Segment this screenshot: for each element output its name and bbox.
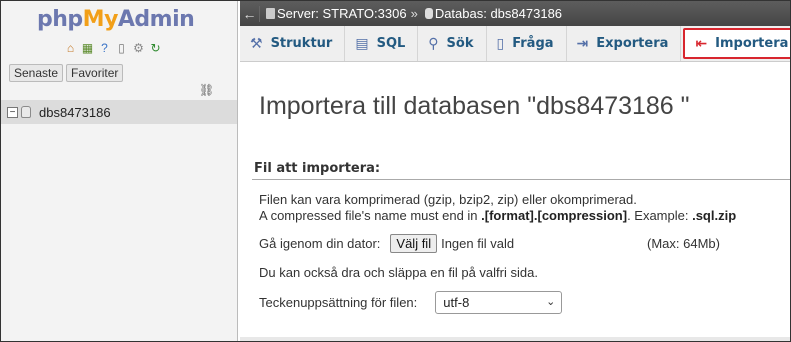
navigation-sidebar: phpMyAdmin ⌂ ▦ ? ▯ ⚙ ↻ Senaste Favoriter… — [1, 1, 238, 341]
chevron-down-icon: ⌄ — [546, 296, 556, 308]
drag-drop-note: Du kan också dra och släppa en fil på va… — [259, 265, 538, 280]
window: phpMyAdmin ⌂ ▦ ? ▯ ⚙ ↻ Senaste Favoriter… — [0, 0, 791, 342]
import-icon: ⇤ — [695, 35, 708, 52]
tab-importera[interactable]: ⇤ Importera — [683, 28, 790, 59]
breadcrumb-server[interactable]: Server: STRATO:3306 — [277, 6, 407, 21]
sql-icon: ▤ — [355, 35, 369, 52]
page-title: Importera till databasen "dbs8473186 " — [259, 92, 690, 120]
tab-exportera[interactable]: ⇥ Exportera — [567, 26, 682, 61]
collapse-icon[interactable]: − — [7, 106, 18, 118]
reload-icon[interactable]: ↻ — [148, 40, 163, 55]
tree-item-dbs8473186[interactable]: − dbs8473186 — [1, 100, 237, 124]
database-icon — [21, 106, 31, 118]
compression-line-2-mid: . Example: — [627, 208, 693, 223]
search-icon: ⚲ — [428, 35, 439, 52]
logo-admin: Admin — [117, 7, 195, 32]
phpmyadmin-logo[interactable]: phpMyAdmin — [37, 7, 195, 32]
server-icon — [266, 8, 275, 19]
charset-label: Teckenuppsättning för filen: — [259, 295, 418, 310]
format-pattern: .[format].[compression] — [481, 208, 628, 223]
logo-php: php — [37, 7, 83, 32]
link-with-main-icon[interactable]: ⛓ — [199, 83, 214, 97]
bottom-divider — [240, 337, 790, 341]
main-content: Importera till databasen "dbs8473186 " F… — [240, 63, 790, 341]
compression-description: Filen kan vara komprimerad (gzip, bzip2,… — [259, 192, 790, 224]
choose-file-button[interactable]: Välj fil — [390, 234, 438, 253]
recent-tab[interactable]: Senaste — [9, 64, 64, 82]
sql-query-icon[interactable]: ▦ — [80, 40, 95, 55]
quick-icons: ⌂ ▦ ? ▯ ⚙ ↻ — [63, 40, 163, 55]
back-arrow-icon[interactable]: ← — [240, 5, 260, 22]
tab-label: Fråga — [512, 36, 554, 51]
tab-sql[interactable]: ▤ SQL — [345, 26, 419, 61]
database-icon — [424, 8, 433, 19]
browse-label: Gå igenom din dator: — [259, 236, 381, 251]
compression-line-1: Filen kan vara komprimerad (gzip, bzip2,… — [259, 192, 637, 207]
top-menu: ⚒ Struktur ▤ SQL ⚲ Sök ▯ Fråga ⇥ Exporte… — [240, 26, 790, 62]
favorites-tab[interactable]: Favoriter — [66, 64, 124, 82]
compression-line-2-text: A compressed file's name must end in — [259, 208, 482, 223]
charset-select[interactable]: utf-8 ⌄ — [435, 291, 563, 314]
compression-line-2: A compressed file's name must end in .[f… — [259, 208, 790, 224]
structure-icon: ⚒ — [250, 35, 263, 52]
breadcrumb: ← Server: STRATO:3306 » Databas: dbs8473… — [240, 1, 790, 26]
help-icon[interactable]: ? — [97, 40, 112, 55]
breadcrumb-database[interactable]: Databas: dbs8473186 — [435, 6, 562, 21]
charset-selected-value: utf-8 — [443, 295, 470, 310]
no-file-status: Ingen fil vald — [441, 236, 515, 251]
query-icon: ▯ — [496, 35, 505, 52]
settings-icon[interactable]: ⚙ — [131, 40, 146, 55]
example-filename: .sql.zip — [692, 208, 737, 223]
tab-fraga[interactable]: ▯ Fråga — [487, 26, 567, 61]
tree-item-label[interactable]: dbs8473186 — [39, 105, 111, 120]
breadcrumb-separator: » — [410, 6, 418, 21]
tab-label: Sök — [446, 36, 474, 51]
recent-favorites-tabs: Senaste Favoriter — [9, 64, 124, 82]
section-title: Fil att importera: — [252, 159, 790, 180]
export-icon: ⇥ — [576, 35, 589, 52]
home-icon[interactable]: ⌂ — [63, 40, 78, 55]
tab-label: Struktur — [270, 36, 333, 51]
logo-my: My — [82, 7, 119, 32]
tab-label: SQL — [376, 36, 406, 51]
max-size-label: (Max: 64Mb) — [647, 236, 720, 251]
tab-struktur[interactable]: ⚒ Struktur — [240, 26, 346, 61]
file-import-section: Fil att importera: Filen kan vara kompri… — [252, 159, 790, 224]
docs-icon[interactable]: ▯ — [114, 40, 129, 55]
tab-sok[interactable]: ⚲ Sök — [418, 26, 487, 61]
charset-row: Teckenuppsättning för filen: utf-8 ⌄ — [259, 291, 563, 314]
tab-label: Importera — [715, 36, 789, 51]
file-browse-row: Gå igenom din dator: Välj fil Ingen fil … — [259, 234, 779, 253]
tab-label: Exportera — [596, 36, 669, 51]
